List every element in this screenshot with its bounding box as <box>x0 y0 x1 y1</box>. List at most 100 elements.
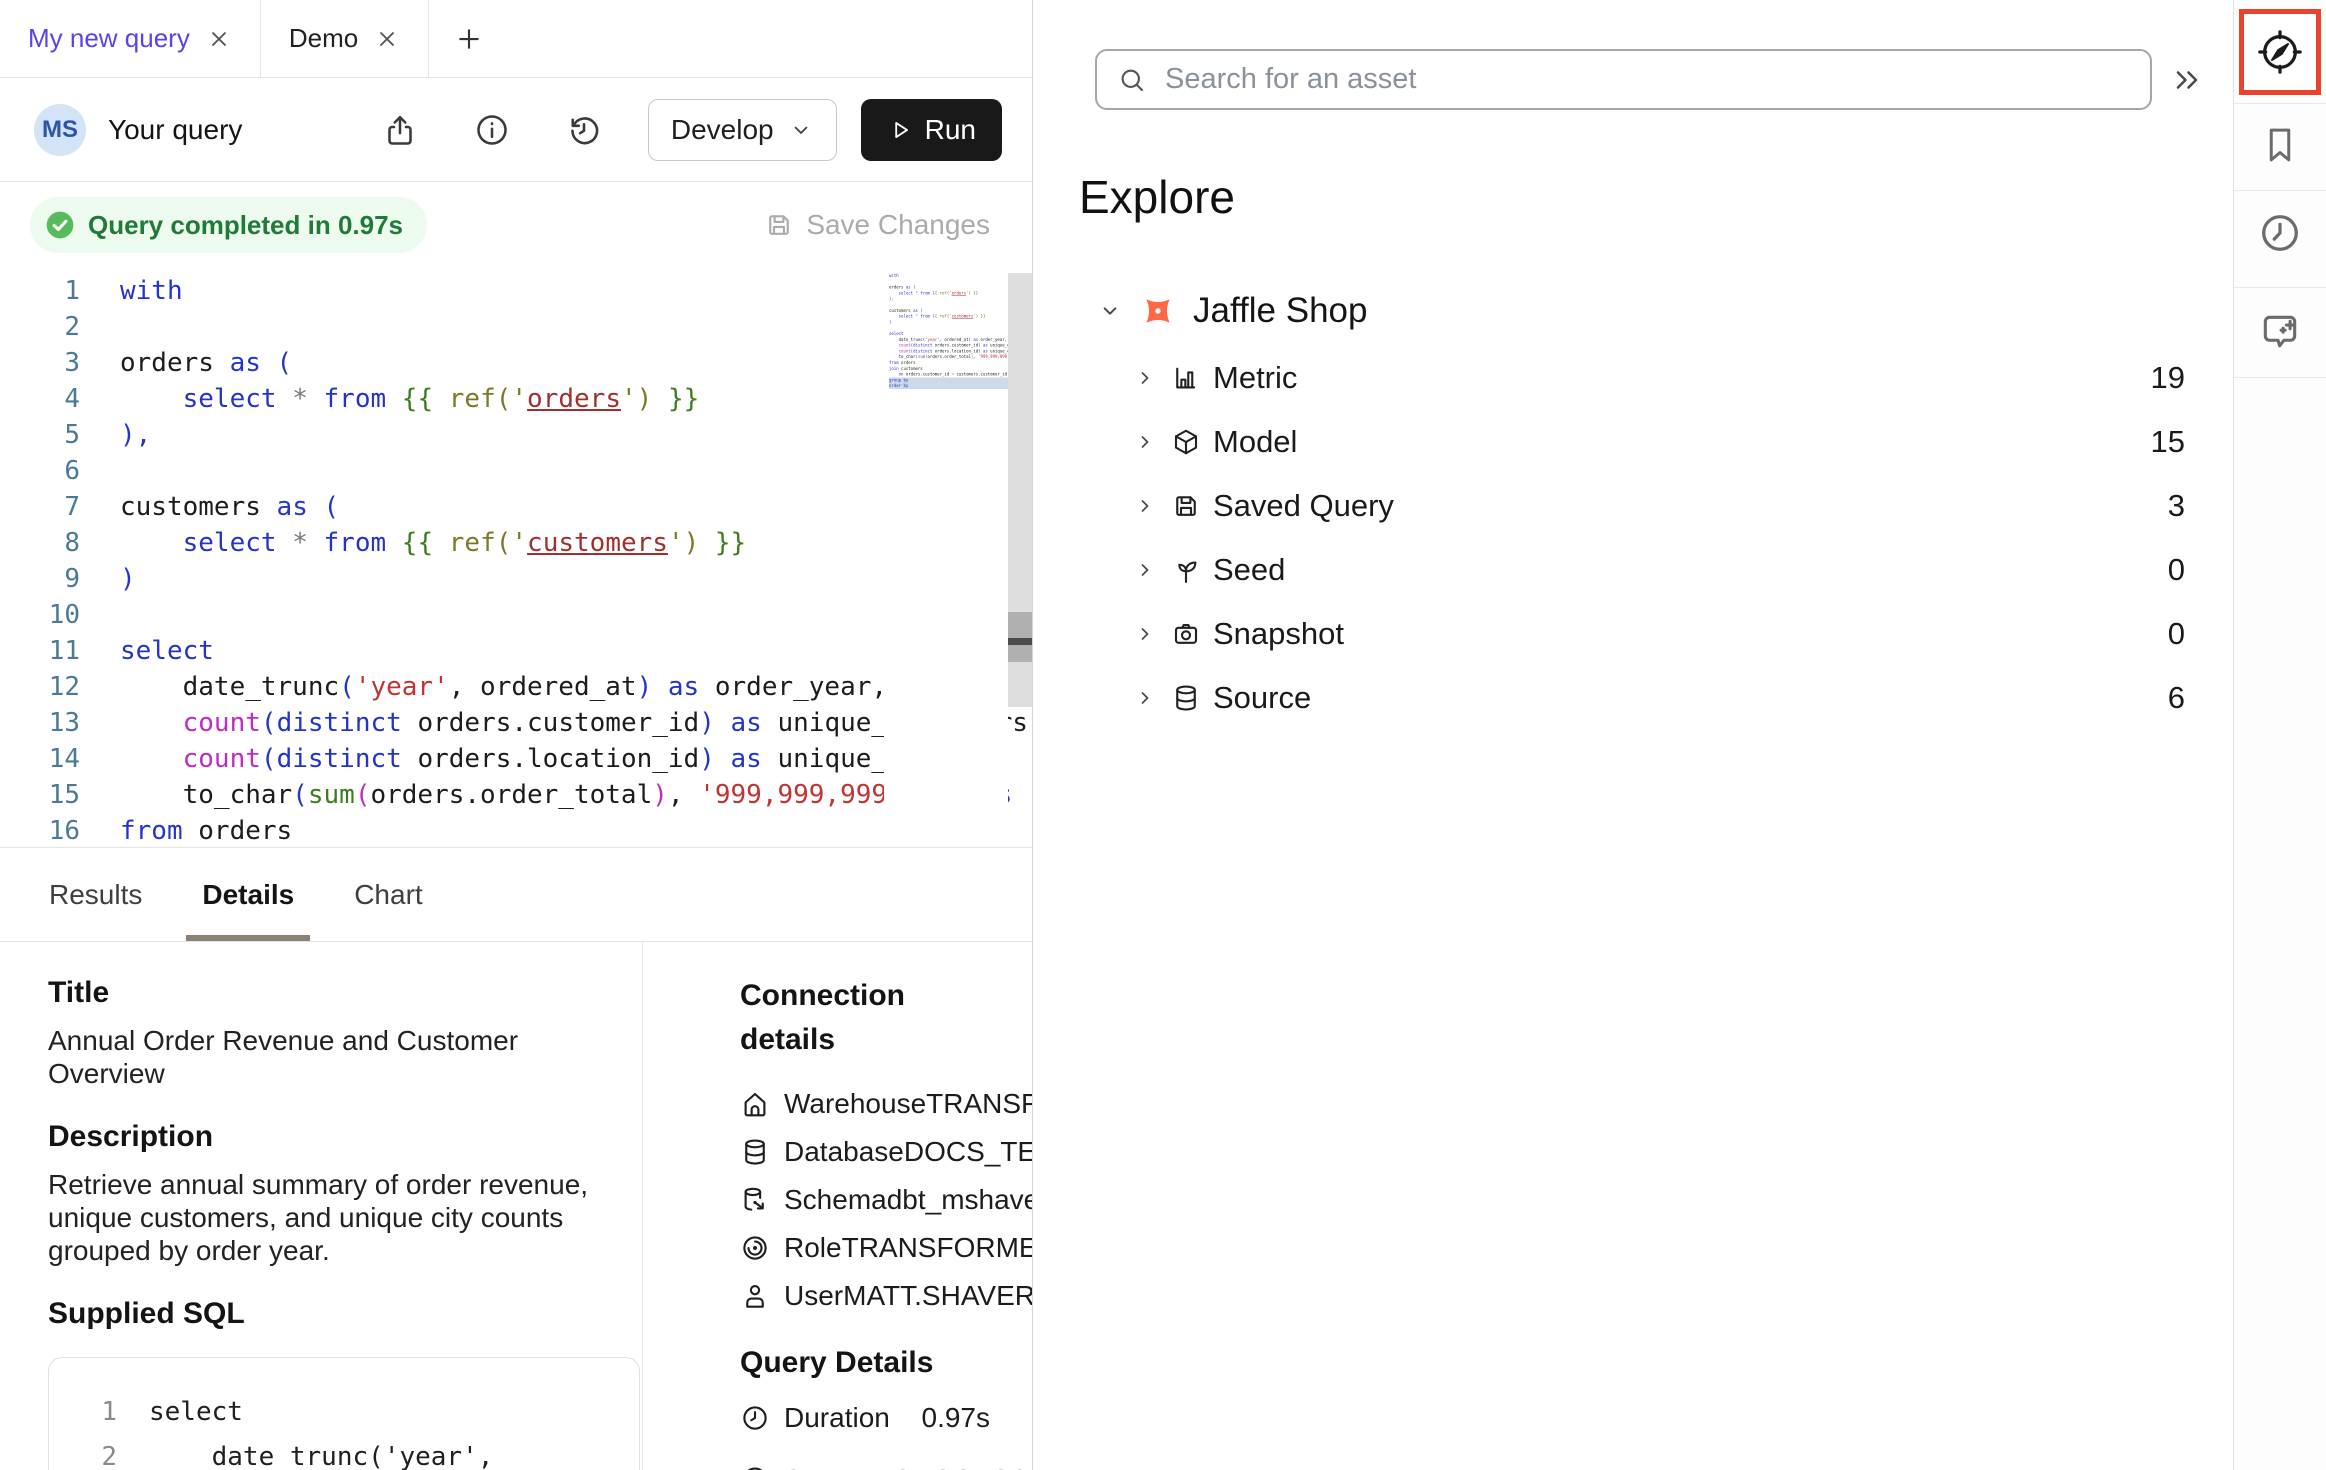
editor-scrollbar[interactable] <box>1008 273 1032 707</box>
tree-item-label: Metric <box>1213 360 1297 396</box>
tab-results[interactable]: Results <box>33 848 158 941</box>
bookmark-icon[interactable] <box>2259 124 2301 166</box>
connection-item: DatabaseDOCS_TEAM_ <box>740 1128 1032 1176</box>
close-icon[interactable] <box>206 26 232 52</box>
results-tab-label: Chart <box>354 879 422 911</box>
status-row-detail: Status SUCCESSFUL <box>740 1456 1032 1470</box>
tree-item-label: Model <box>1213 424 1297 460</box>
details-right-column: Connection details WarehouseTRANSFORMDat… <box>643 942 1032 1470</box>
line-number: 10 <box>0 597 80 633</box>
explore-heading: Explore <box>1079 170 1235 224</box>
save-changes-button[interactable]: Save Changes <box>764 209 990 241</box>
chevron-right-icon[interactable] <box>1133 430 1157 454</box>
tree-item-label: Source <box>1213 680 1311 716</box>
toolbar-divider <box>2234 190 2326 191</box>
chevron-right-icon[interactable] <box>1133 622 1157 646</box>
toolbar-divider <box>2234 377 2326 378</box>
tree-item-model[interactable]: Model 15 <box>1033 410 2233 474</box>
line-number: 1 <box>0 273 80 309</box>
warehouse-icon <box>740 1089 770 1119</box>
check-circle-icon <box>44 209 76 241</box>
compass-icon <box>2257 29 2303 75</box>
details-left-column: Title Annual Order Revenue and Customer … <box>0 942 643 1470</box>
duration-label: Duration <box>784 1402 890 1434</box>
connection-item: WarehouseTRANSFORM <box>740 1080 1032 1128</box>
scrollbar-grip[interactable] <box>1008 638 1032 645</box>
connection-item: RoleTRANSFORMER <box>740 1224 1032 1272</box>
scrollbar-thumb[interactable] <box>1008 612 1032 662</box>
results-tabbar: Results Details Chart <box>0 848 1032 942</box>
line-number: 2 <box>0 309 80 345</box>
dbt-logo-icon <box>1139 292 1177 330</box>
editor-minimap[interactable]: withorders as ( select * from {{ ref('or… <box>884 268 1008 848</box>
tree-item-snapshot[interactable]: Snapshot0 <box>1033 602 2233 666</box>
supplied-sql-code-block: 1select2 date_trunc('year',ordered_at) a… <box>48 1357 640 1470</box>
save-changes-label: Save Changes <box>806 209 990 241</box>
tree-item-label: Saved Query <box>1213 488 1394 524</box>
connection-details-list: WarehouseTRANSFORMDatabaseDOCS_TEAM_ Sche… <box>740 1080 1032 1320</box>
line-number-gutter: 12345678910111213141516 <box>0 273 80 848</box>
description-heading: Description <box>48 1120 642 1154</box>
sql-code-editor[interactable]: 12345678910111213141516 withorders as ( … <box>0 268 1032 848</box>
line-number: 15 <box>0 777 80 813</box>
develop-button[interactable]: Develop <box>648 99 837 161</box>
tree-item-metric[interactable]: Metric19 <box>1033 346 2233 410</box>
editor-tab-label: My new query <box>28 23 190 54</box>
status-label: Status <box>784 1464 863 1470</box>
chevron-right-icon[interactable] <box>1133 494 1157 518</box>
tab-details[interactable]: Details <box>186 848 310 941</box>
status-row: Query completed in 0.97s Save Changes <box>0 182 1032 268</box>
close-icon[interactable] <box>374 26 400 52</box>
minimap-line: on orders.customer_id = customers.custom… <box>889 372 1008 378</box>
editor-tab[interactable]: My new query <box>0 0 261 77</box>
query-title: Your query <box>108 114 242 146</box>
editor-tab[interactable]: Demo <box>261 0 429 77</box>
new-tab-button[interactable] <box>429 0 509 77</box>
supplied-sql-code: select <box>149 1390 243 1435</box>
tree-item-saved-query[interactable]: Saved Query3 <box>1033 474 2233 538</box>
tree-item-source[interactable]: Source6 <box>1033 666 2233 730</box>
chevron-right-icon[interactable] <box>1133 558 1157 582</box>
chevron-down-icon[interactable] <box>1097 298 1123 324</box>
tree-item-count: 15 <box>2151 424 2185 460</box>
explore-tool-selected[interactable] <box>2239 9 2321 95</box>
save-icon <box>764 210 794 240</box>
tree-item-count: 0 <box>2168 616 2185 652</box>
query-status-text: Query completed in 0.97s <box>88 210 403 241</box>
supplied-sql-code: date_trunc('year', <box>149 1435 493 1470</box>
editor-tabbar: My new query Demo <box>0 0 1032 78</box>
clock-icon[interactable] <box>2257 210 2303 256</box>
search-input[interactable] <box>1165 63 2130 96</box>
chat-sparkle-icon[interactable] <box>2258 310 2302 354</box>
query-editor-panel: My new queryDemo MS Your query Develop R… <box>0 0 1033 1470</box>
project-row[interactable]: Jaffle Shop <box>1033 276 2233 346</box>
seed-icon <box>1171 555 1201 585</box>
develop-label: Develop <box>671 114 774 146</box>
chevron-right-icon[interactable] <box>1133 366 1157 390</box>
status-arc-icon <box>740 1465 770 1470</box>
chevron-right-icon[interactable] <box>1133 686 1157 710</box>
tab-chart[interactable]: Chart <box>338 848 438 941</box>
toolbar-divider <box>2234 103 2326 104</box>
connection-item-text: UserMATT.SHAVER@FI <box>784 1280 1032 1312</box>
line-number: 7 <box>0 489 80 525</box>
asset-search-box[interactable] <box>1095 49 2152 110</box>
model-icon <box>1171 427 1201 457</box>
title-heading: Title <box>48 976 642 1010</box>
collapse-panel-icon[interactable] <box>2169 62 2205 98</box>
minimap-line: count(distinct orders.customer_id) as un… <box>889 343 1008 349</box>
history-icon[interactable] <box>566 112 602 148</box>
explore-panel: Explore Jaffle Shop Metric19 Model 15 Saved… <box>1033 0 2233 1470</box>
connection-details-heading: Connection details <box>740 974 970 1062</box>
supplied-sql-line-number: 1 <box>49 1390 117 1435</box>
info-icon[interactable] <box>474 112 510 148</box>
run-button[interactable]: Run <box>861 99 1002 161</box>
share-icon[interactable] <box>382 112 418 148</box>
duration-value: 0.97s <box>922 1402 991 1434</box>
line-number: 14 <box>0 741 80 777</box>
search-icon <box>1117 65 1147 95</box>
query-details-heading: Query Details <box>740 1346 1032 1380</box>
connection-item-text: Schemadbt_mshaver <box>784 1184 1032 1216</box>
editor-tab-label: Demo <box>289 23 358 54</box>
tree-item-seed[interactable]: Seed0 <box>1033 538 2233 602</box>
